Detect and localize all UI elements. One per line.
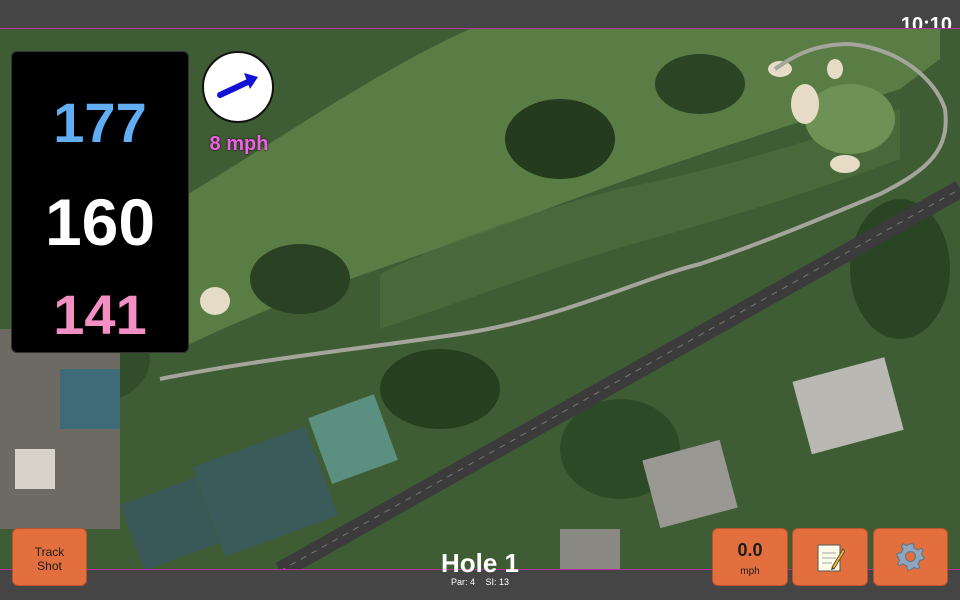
gear-icon <box>896 543 924 571</box>
scorecard-button[interactable] <box>792 528 868 586</box>
wind-speed-label: 8 mph <box>209 133 269 155</box>
center-distance: 160 <box>44 185 156 259</box>
hole-info: Par: 4 SI: 13 <box>380 577 580 587</box>
track-shot-label-line1: Track <box>34 545 65 559</box>
satellite-map[interactable]: 177 160 141 8 mph <box>0 28 960 570</box>
back-distance: 177 <box>53 91 147 154</box>
hole-title: Hole 1 <box>440 548 520 578</box>
track-shot-label-line2: Shot <box>37 559 62 573</box>
track-shot-button[interactable]: Track Shot <box>12 528 87 586</box>
hole-par: Par: 4 <box>450 577 475 587</box>
hole-stroke-index: SI: 13 <box>485 577 510 587</box>
wind-direction-dial <box>202 51 274 123</box>
notepad-icon <box>817 544 845 572</box>
top-status-bar: 10:10 <box>0 0 960 36</box>
wind-readout-button[interactable]: 0.0 mph <box>712 528 788 586</box>
distance-panel: 177 160 141 <box>11 51 189 353</box>
wind-readout-unit: mph <box>740 566 760 577</box>
settings-button[interactable] <box>873 528 948 586</box>
front-distance: 141 <box>53 283 147 346</box>
wind-readout-value: 0.0 <box>737 540 763 560</box>
arrow-northeast-icon <box>217 73 258 98</box>
